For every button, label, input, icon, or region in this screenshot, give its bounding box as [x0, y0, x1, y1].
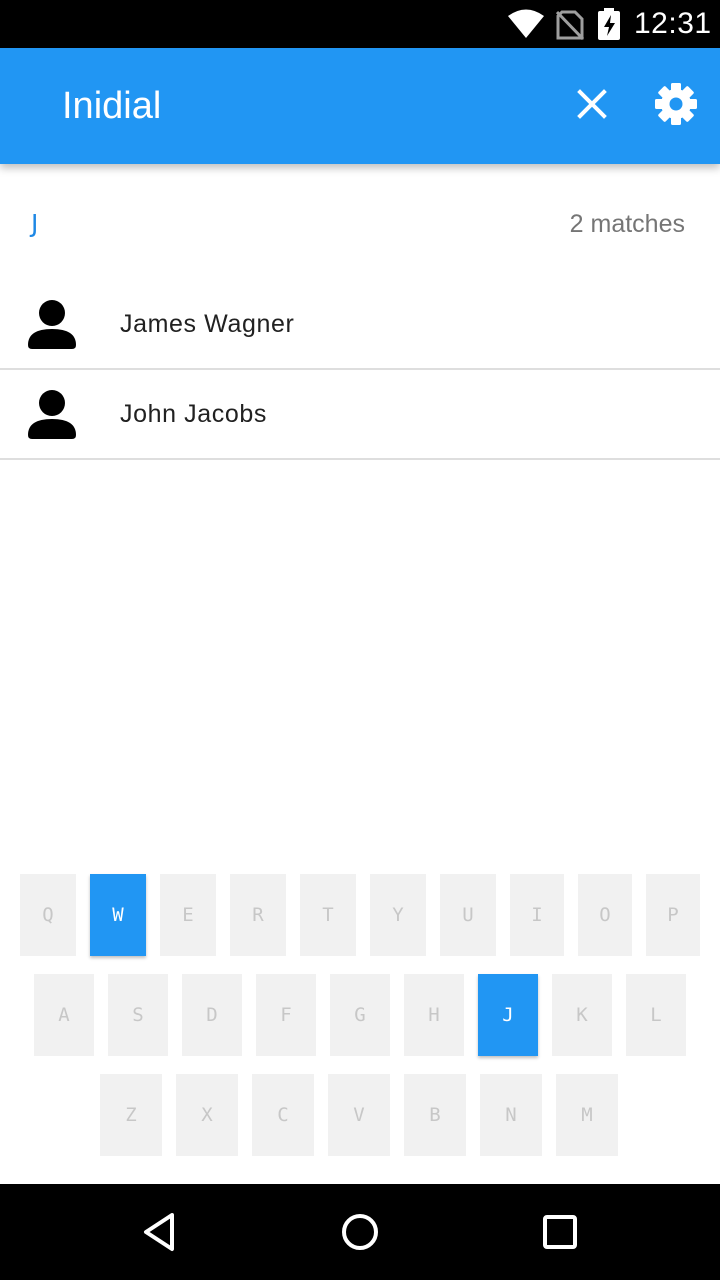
- key-u[interactable]: U: [440, 874, 496, 956]
- battery-charging-icon: [598, 8, 620, 40]
- key-k[interactable]: K: [552, 974, 612, 1056]
- back-icon[interactable]: [138, 1210, 182, 1254]
- key-a[interactable]: A: [34, 974, 94, 1056]
- key-j[interactable]: J: [478, 974, 538, 1056]
- key-c[interactable]: C: [252, 1074, 314, 1156]
- contact-name: James Wagner: [120, 310, 295, 338]
- close-icon[interactable]: [566, 78, 618, 130]
- key-t[interactable]: T: [300, 874, 356, 956]
- key-m[interactable]: M: [556, 1074, 618, 1156]
- recents-icon[interactable]: [538, 1210, 582, 1254]
- key-l[interactable]: L: [626, 974, 686, 1056]
- key-d[interactable]: D: [182, 974, 242, 1056]
- navigation-bar: [0, 1184, 720, 1280]
- key-z[interactable]: Z: [100, 1074, 162, 1156]
- contact-row[interactable]: James Wagner: [0, 280, 720, 370]
- key-g[interactable]: G: [330, 974, 390, 1056]
- wifi-icon: [508, 9, 544, 38]
- person-icon: [28, 390, 76, 439]
- key-p[interactable]: P: [646, 874, 700, 956]
- status-clock: 12:31: [634, 7, 712, 40]
- contact-row[interactable]: John Jacobs: [0, 370, 720, 460]
- key-e[interactable]: E: [160, 874, 216, 956]
- key-o[interactable]: O: [578, 874, 632, 956]
- key-n[interactable]: N: [480, 1074, 542, 1156]
- key-r[interactable]: R: [230, 874, 286, 956]
- key-w[interactable]: W: [90, 874, 146, 956]
- query-letters: J: [31, 209, 39, 238]
- contact-name: John Jacobs: [120, 400, 267, 428]
- no-sim-icon: [556, 10, 584, 40]
- settings-icon[interactable]: [650, 78, 702, 130]
- app-bar: Inidial: [0, 48, 720, 164]
- person-icon: [28, 300, 76, 349]
- match-count: 2 matches: [569, 210, 685, 238]
- key-i[interactable]: I: [510, 874, 564, 956]
- key-h[interactable]: H: [404, 974, 464, 1056]
- home-icon[interactable]: [338, 1210, 382, 1254]
- key-f[interactable]: F: [256, 974, 316, 1056]
- key-s[interactable]: S: [108, 974, 168, 1056]
- key-v[interactable]: V: [328, 1074, 390, 1156]
- status-bar: 12:31: [0, 0, 720, 48]
- key-y[interactable]: Y: [370, 874, 426, 956]
- key-q[interactable]: Q: [20, 874, 76, 956]
- app-title: Inidial: [62, 85, 162, 127]
- contact-list: James Wagner John Jacobs: [0, 280, 720, 460]
- key-b[interactable]: B: [404, 1074, 466, 1156]
- key-x[interactable]: X: [176, 1074, 238, 1156]
